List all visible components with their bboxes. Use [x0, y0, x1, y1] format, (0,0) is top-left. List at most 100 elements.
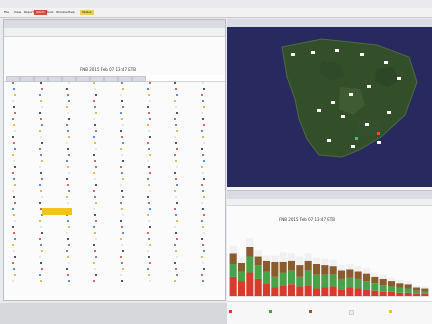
- table-cell-marker: [175, 178, 177, 180]
- bar-segment: [346, 264, 354, 270]
- map-marker[interactable]: [327, 139, 331, 142]
- table-cell-marker: [148, 94, 150, 96]
- bar-segment: [379, 291, 387, 296]
- table-cell-marker: [12, 244, 14, 246]
- bar-segment: [296, 286, 304, 296]
- map-marker[interactable]: [377, 141, 381, 144]
- menu-view[interactable]: View: [14, 10, 21, 15]
- map-marker[interactable]: [387, 111, 391, 114]
- table-cell-marker: [148, 238, 150, 240]
- menu-help[interactable]: Help: [68, 10, 75, 15]
- table-cell-marker: [12, 154, 14, 156]
- table-cell-marker: [174, 172, 176, 174]
- table-cell-marker: [120, 130, 122, 132]
- table-cell-marker: [67, 184, 69, 186]
- menu-alarm[interactable]: Alarm: [34, 10, 47, 15]
- menu-file[interactable]: File: [4, 10, 9, 15]
- chart-window-tabs: [227, 199, 432, 206]
- menu-status[interactable]: Status: [80, 10, 94, 15]
- bar-segment: [404, 281, 412, 285]
- table-cell-marker: [202, 118, 204, 120]
- table-cell-marker: [202, 190, 204, 192]
- bar-segment: [362, 268, 371, 274]
- table-cell-marker: [41, 88, 43, 90]
- map-marker[interactable]: [349, 93, 353, 96]
- bar-segment: [237, 281, 246, 296]
- table-cell-marker: [68, 280, 70, 282]
- map-marker[interactable]: [351, 145, 355, 148]
- bar-segment: [271, 261, 279, 277]
- map-marker[interactable]: [341, 115, 345, 118]
- table-cell-marker: [149, 172, 151, 174]
- table-cell-marker: [66, 232, 68, 234]
- table-cell-marker: [39, 184, 41, 186]
- map-view[interactable]: [227, 27, 432, 187]
- legend-swatch-green: [269, 310, 272, 313]
- table-cell-marker: [94, 106, 96, 108]
- chart-title: FNB 2015 Feb 07 13:47 ETB: [279, 217, 335, 222]
- table-cell-marker: [176, 130, 178, 132]
- table-cell-marker: [14, 202, 16, 204]
- table-cell-marker: [149, 136, 151, 138]
- table-cell-marker: [201, 220, 203, 222]
- bar-segment: [346, 277, 354, 288]
- bar-segment: [287, 260, 296, 271]
- table-cell-marker: [93, 244, 95, 246]
- bar-segment: [404, 292, 412, 296]
- map-marker[interactable]: [331, 101, 335, 104]
- bar-segment: [329, 274, 337, 287]
- table-cell-marker: [14, 94, 16, 96]
- table-cell-marker: [120, 256, 122, 258]
- table-cell-marker: [41, 142, 43, 144]
- map-marker[interactable]: [365, 123, 369, 126]
- table-cell-marker: [176, 238, 178, 240]
- table-cell-marker: [122, 124, 124, 126]
- bar-segment: [237, 256, 246, 263]
- table-cell-marker: [94, 268, 96, 270]
- table-cell-marker: [202, 136, 204, 138]
- bar-segment: [329, 259, 337, 267]
- map-marker[interactable]: [291, 53, 295, 56]
- menu-tools[interactable]: Tools: [46, 10, 53, 15]
- menu-report[interactable]: Report: [24, 10, 34, 15]
- bar-segment: [396, 280, 404, 284]
- table-cell-marker: [120, 274, 122, 276]
- table-cell-marker: [201, 184, 203, 186]
- map-marker[interactable]: [317, 109, 321, 112]
- menu-window[interactable]: Window: [56, 10, 68, 15]
- selected-row-highlight: [42, 208, 72, 215]
- table-cell-marker: [93, 172, 95, 174]
- table-cell-marker: [201, 166, 203, 168]
- table-cell-marker: [12, 226, 14, 228]
- map-marker[interactable]: [311, 51, 315, 54]
- bar-segment: [404, 288, 412, 293]
- bar-segment: [246, 246, 254, 257]
- table-cell-marker: [201, 148, 203, 150]
- table-cell-marker: [14, 166, 16, 168]
- table-cell-marker: [147, 88, 149, 90]
- table-cell-marker: [176, 94, 178, 96]
- bar-segment: [254, 256, 262, 266]
- table-cell-marker: [175, 214, 177, 216]
- table-cell-marker: [12, 172, 14, 174]
- table-cell-marker: [175, 232, 177, 234]
- table-cell-marker: [67, 148, 69, 150]
- table-row[interactable]: [4, 279, 225, 286]
- table-cell-marker: [66, 124, 68, 126]
- left-panel-toolbar: [4, 28, 225, 37]
- bar-segment: [362, 289, 371, 296]
- bar-segment: [246, 256, 254, 273]
- map-ok-marker[interactable]: [355, 137, 358, 140]
- table-cell-marker: [12, 82, 14, 84]
- bar-segment: [387, 281, 396, 287]
- map-marker[interactable]: [360, 53, 364, 56]
- map-marker[interactable]: [335, 49, 339, 52]
- map-marker[interactable]: [384, 61, 388, 64]
- table-cell-marker: [122, 142, 124, 144]
- bar-segment: [321, 265, 329, 275]
- bar-segment: [304, 253, 312, 261]
- map-alert-marker[interactable]: [377, 132, 380, 135]
- map-marker[interactable]: [367, 85, 371, 88]
- bar-segment: [371, 276, 379, 284]
- map-marker[interactable]: [397, 77, 401, 80]
